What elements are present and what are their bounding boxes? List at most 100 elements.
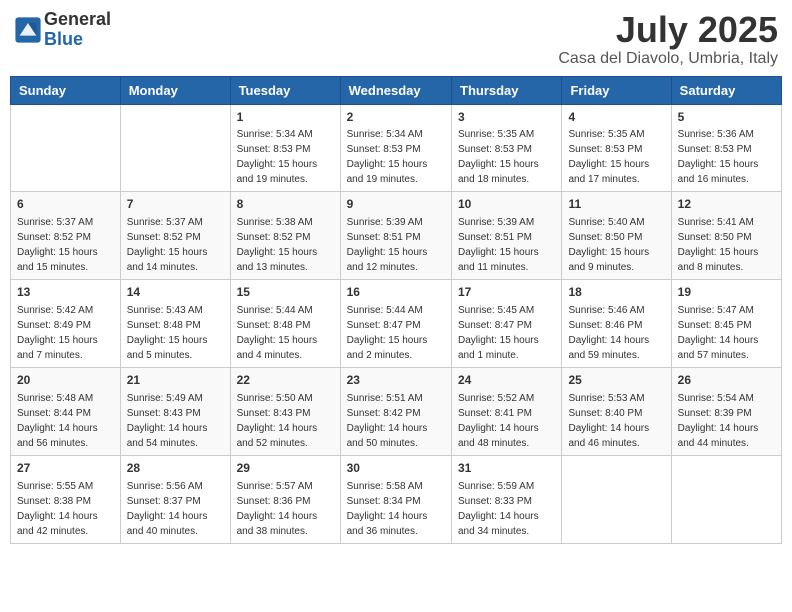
column-header-wednesday: Wednesday [340, 76, 451, 104]
day-info: Sunrise: 5:48 AM Sunset: 8:44 PM Dayligh… [17, 393, 98, 449]
calendar-cell: 16 Sunrise: 5:44 AM Sunset: 8:47 PM Dayli… [340, 280, 451, 368]
calendar-cell [671, 455, 781, 543]
day-number: 9 [347, 196, 445, 213]
calendar-cell: 28Sunrise: 5:56 AM Sunset: 8:37 PM Dayli… [120, 455, 230, 543]
day-info: Sunrise: 5:57 AM Sunset: 8:36 PM Dayligh… [237, 481, 318, 537]
day-info: Sunrise: 5:50 AM Sunset: 8:43 PM Dayligh… [237, 393, 318, 449]
day-info: Sunrise: 5:36 AM Sunset: 8:53 PM Dayligh… [678, 129, 759, 185]
day-number: 17 [458, 284, 555, 301]
page-header: General Blue July 2025 Casa del Diavolo,… [10, 10, 782, 68]
day-number: 15 [237, 284, 334, 301]
calendar-cell: 18 Sunrise: 5:46 AM Sunset: 8:46 PM Dayli… [562, 280, 671, 368]
column-header-saturday: Saturday [671, 76, 781, 104]
day-number: 27 [17, 460, 114, 477]
day-number: 1 [237, 109, 334, 126]
day-number: 29 [237, 460, 334, 477]
location: Casa del Diavolo, Umbria, Italy [558, 50, 778, 68]
calendar-cell: 26Sunrise: 5:54 AM Sunset: 8:39 PM Dayli… [671, 367, 781, 455]
day-info: Sunrise: 5:42 AM Sunset: 8:49 PM Dayligh… [17, 305, 98, 361]
calendar-week-row: 6Sunrise: 5:37 AM Sunset: 8:52 PM Daylig… [11, 192, 782, 280]
calendar-cell [562, 455, 671, 543]
month-title: July 2025 [558, 10, 778, 50]
day-info: Sunrise: 5:34 AM Sunset: 8:53 PM Dayligh… [347, 129, 428, 185]
day-number: 3 [458, 109, 555, 126]
calendar-cell: 27 Sunrise: 5:55 AM Sunset: 8:38 PM Dayli… [11, 455, 121, 543]
day-number: 13 [17, 284, 114, 301]
day-info: Sunrise: 5:37 AM Sunset: 8:52 PM Dayligh… [17, 217, 98, 273]
day-info: Sunrise: 5:38 AM Sunset: 8:52 PM Dayligh… [237, 217, 318, 273]
day-info: Sunrise: 5:34 AM Sunset: 8:53 PM Dayligh… [237, 129, 318, 185]
logo-blue: Blue [44, 30, 111, 50]
calendar-cell: 7 Sunrise: 5:37 AM Sunset: 8:52 PM Daylig… [120, 192, 230, 280]
day-number: 24 [458, 372, 555, 389]
day-info: Sunrise: 5:45 AM Sunset: 8:47 PM Dayligh… [458, 305, 539, 361]
calendar-cell: 30 Sunrise: 5:58 AM Sunset: 8:34 PM Dayli… [340, 455, 451, 543]
column-header-thursday: Thursday [452, 76, 562, 104]
day-info: Sunrise: 5:55 AM Sunset: 8:38 PM Dayligh… [17, 481, 98, 537]
day-info: Sunrise: 5:39 AM Sunset: 8:51 PM Dayligh… [347, 217, 428, 273]
calendar-cell: 11Sunrise: 5:40 AM Sunset: 8:50 PM Dayli… [562, 192, 671, 280]
day-info: Sunrise: 5:41 AM Sunset: 8:50 PM Dayligh… [678, 217, 759, 273]
calendar-week-row: 1 Sunrise: 5:34 AM Sunset: 8:53 PM Daylig… [11, 104, 782, 192]
day-info: Sunrise: 5:44 AM Sunset: 8:47 PM Dayligh… [347, 305, 428, 361]
calendar-cell: 19Sunrise: 5:47 AM Sunset: 8:45 PM Dayli… [671, 280, 781, 368]
calendar-cell: 13 Sunrise: 5:42 AM Sunset: 8:49 PM Dayli… [11, 280, 121, 368]
day-info: Sunrise: 5:43 AM Sunset: 8:48 PM Dayligh… [127, 305, 208, 361]
column-header-friday: Friday [562, 76, 671, 104]
day-number: 30 [347, 460, 445, 477]
calendar-cell: 29 Sunrise: 5:57 AM Sunset: 8:36 PM Dayli… [230, 455, 340, 543]
column-header-sunday: Sunday [11, 76, 121, 104]
calendar-cell: 10 Sunrise: 5:39 AM Sunset: 8:51 PM Dayli… [452, 192, 562, 280]
day-number: 18 [568, 284, 664, 301]
day-number: 31 [458, 460, 555, 477]
calendar-table: SundayMondayTuesdayWednesdayThursdayFrid… [10, 76, 782, 544]
day-info: Sunrise: 5:46 AM Sunset: 8:46 PM Dayligh… [568, 305, 649, 361]
day-info: Sunrise: 5:47 AM Sunset: 8:45 PM Dayligh… [678, 305, 759, 361]
calendar-cell: 17 Sunrise: 5:45 AM Sunset: 8:47 PM Dayli… [452, 280, 562, 368]
day-info: Sunrise: 5:35 AM Sunset: 8:53 PM Dayligh… [458, 129, 539, 185]
day-info: Sunrise: 5:51 AM Sunset: 8:42 PM Dayligh… [347, 393, 428, 449]
column-header-tuesday: Tuesday [230, 76, 340, 104]
logo-icon [14, 16, 42, 44]
calendar-header-row: SundayMondayTuesdayWednesdayThursdayFrid… [11, 76, 782, 104]
calendar-cell: 2 Sunrise: 5:34 AM Sunset: 8:53 PM Daylig… [340, 104, 451, 192]
calendar-cell: 20Sunrise: 5:48 AM Sunset: 8:44 PM Dayli… [11, 367, 121, 455]
day-number: 28 [127, 460, 224, 477]
day-number: 22 [237, 372, 334, 389]
calendar-cell: 21Sunrise: 5:49 AM Sunset: 8:43 PM Dayli… [120, 367, 230, 455]
day-info: Sunrise: 5:44 AM Sunset: 8:48 PM Dayligh… [237, 305, 318, 361]
day-number: 16 [347, 284, 445, 301]
calendar-cell: 8Sunrise: 5:38 AM Sunset: 8:52 PM Daylig… [230, 192, 340, 280]
day-number: 23 [347, 372, 445, 389]
day-info: Sunrise: 5:35 AM Sunset: 8:53 PM Dayligh… [568, 129, 649, 185]
day-info: Sunrise: 5:39 AM Sunset: 8:51 PM Dayligh… [458, 217, 539, 273]
day-info: Sunrise: 5:49 AM Sunset: 8:43 PM Dayligh… [127, 393, 208, 449]
logo-text: General Blue [44, 10, 111, 50]
calendar-week-row: 13 Sunrise: 5:42 AM Sunset: 8:49 PM Dayli… [11, 280, 782, 368]
day-number: 12 [678, 196, 775, 213]
title-block: July 2025 Casa del Diavolo, Umbria, Ital… [558, 10, 778, 68]
calendar-cell: 4 Sunrise: 5:35 AM Sunset: 8:53 PM Daylig… [562, 104, 671, 192]
day-number: 10 [458, 196, 555, 213]
day-number: 2 [347, 109, 445, 126]
day-number: 5 [678, 109, 775, 126]
column-header-monday: Monday [120, 76, 230, 104]
day-info: Sunrise: 5:52 AM Sunset: 8:41 PM Dayligh… [458, 393, 539, 449]
calendar-cell: 3 Sunrise: 5:35 AM Sunset: 8:53 PM Daylig… [452, 104, 562, 192]
day-number: 7 [127, 196, 224, 213]
day-info: Sunrise: 5:58 AM Sunset: 8:34 PM Dayligh… [347, 481, 428, 537]
calendar-cell: 12 Sunrise: 5:41 AM Sunset: 8:50 PM Dayli… [671, 192, 781, 280]
day-number: 4 [568, 109, 664, 126]
calendar-cell [120, 104, 230, 192]
calendar-cell: 14Sunrise: 5:43 AM Sunset: 8:48 PM Dayli… [120, 280, 230, 368]
day-info: Sunrise: 5:53 AM Sunset: 8:40 PM Dayligh… [568, 393, 649, 449]
calendar-cell: 9 Sunrise: 5:39 AM Sunset: 8:51 PM Daylig… [340, 192, 451, 280]
day-number: 25 [568, 372, 664, 389]
calendar-week-row: 27 Sunrise: 5:55 AM Sunset: 8:38 PM Dayli… [11, 455, 782, 543]
calendar-cell: 31Sunrise: 5:59 AM Sunset: 8:33 PM Dayli… [452, 455, 562, 543]
calendar-cell: 24 Sunrise: 5:52 AM Sunset: 8:41 PM Dayli… [452, 367, 562, 455]
day-info: Sunrise: 5:37 AM Sunset: 8:52 PM Dayligh… [127, 217, 208, 273]
logo: General Blue [14, 10, 111, 50]
calendar-cell: 22 Sunrise: 5:50 AM Sunset: 8:43 PM Dayli… [230, 367, 340, 455]
calendar-cell: 23 Sunrise: 5:51 AM Sunset: 8:42 PM Dayli… [340, 367, 451, 455]
